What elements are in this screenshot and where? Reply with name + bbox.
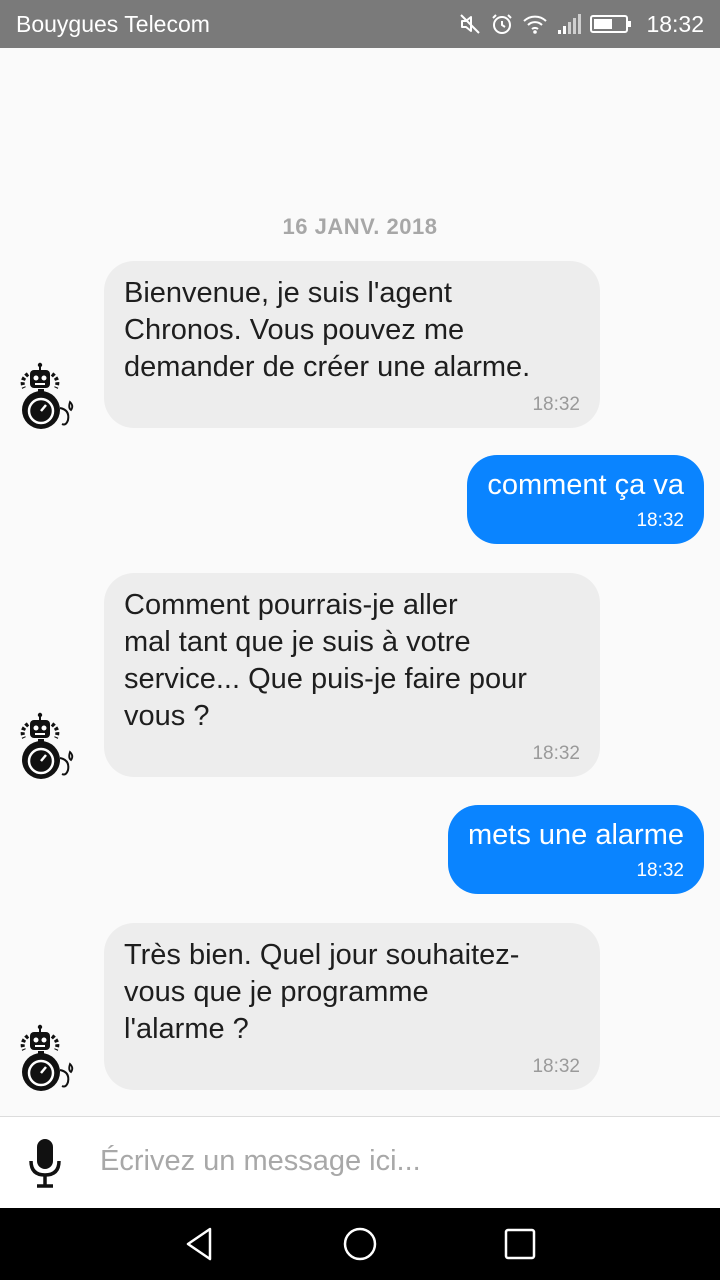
bot-message[interactable]: Comment pourrais-je aller mal tant que j… <box>104 573 600 777</box>
message-text: Comment pourrais-je aller mal tant que j… <box>124 589 527 732</box>
user-message[interactable]: comment ça va 18:32 <box>467 455 704 544</box>
battery-icon <box>590 15 632 33</box>
microphone-icon[interactable] <box>24 1137 66 1189</box>
navigation-bar <box>0 1208 720 1280</box>
message-time: 18:32 <box>532 1056 580 1077</box>
bot-message[interactable]: Très bien. Quel jour souhaitez- vous que… <box>104 923 600 1090</box>
carrier-name: Bouygues Telecom <box>16 11 210 37</box>
message-text: Très bien. Quel jour souhaitez- vous que… <box>124 939 520 1045</box>
recents-icon[interactable] <box>500 1226 540 1262</box>
wifi-icon <box>523 15 548 34</box>
status-bar: Bouygues Telecom 18:32 <box>0 0 720 48</box>
home-icon[interactable] <box>340 1226 380 1262</box>
message-time: 18:32 <box>636 510 684 531</box>
bot-avatar-icon <box>14 360 90 436</box>
message-time: 18:32 <box>532 743 580 764</box>
message-composer <box>0 1116 720 1208</box>
message-input[interactable] <box>100 1139 680 1183</box>
bot-avatar-icon <box>14 1022 90 1098</box>
status-time: 18:32 <box>646 10 704 37</box>
message-text: mets une alarme <box>468 819 684 851</box>
bot-avatar-icon <box>14 710 90 786</box>
message-time: 18:32 <box>636 860 684 881</box>
message-text: Bienvenue, je suis l'agent Chronos. Vous… <box>124 277 531 383</box>
back-icon[interactable] <box>180 1226 220 1262</box>
message-text: comment ça va <box>487 469 684 501</box>
user-message[interactable]: mets une alarme 18:32 <box>448 805 704 894</box>
signal-icon <box>558 14 582 34</box>
message-time: 18:32 <box>532 394 580 415</box>
bot-message[interactable]: Bienvenue, je suis l'agent Chronos. Vous… <box>104 261 600 428</box>
alarm-icon <box>492 14 513 34</box>
status-icons: 18:32 <box>458 10 704 38</box>
date-separator: 16 JANV. 2018 <box>282 214 438 239</box>
mute-icon <box>460 14 481 34</box>
conversation[interactable]: 16 JANV. 2018 Bienvenue, je suis l'agent… <box>0 48 720 1116</box>
